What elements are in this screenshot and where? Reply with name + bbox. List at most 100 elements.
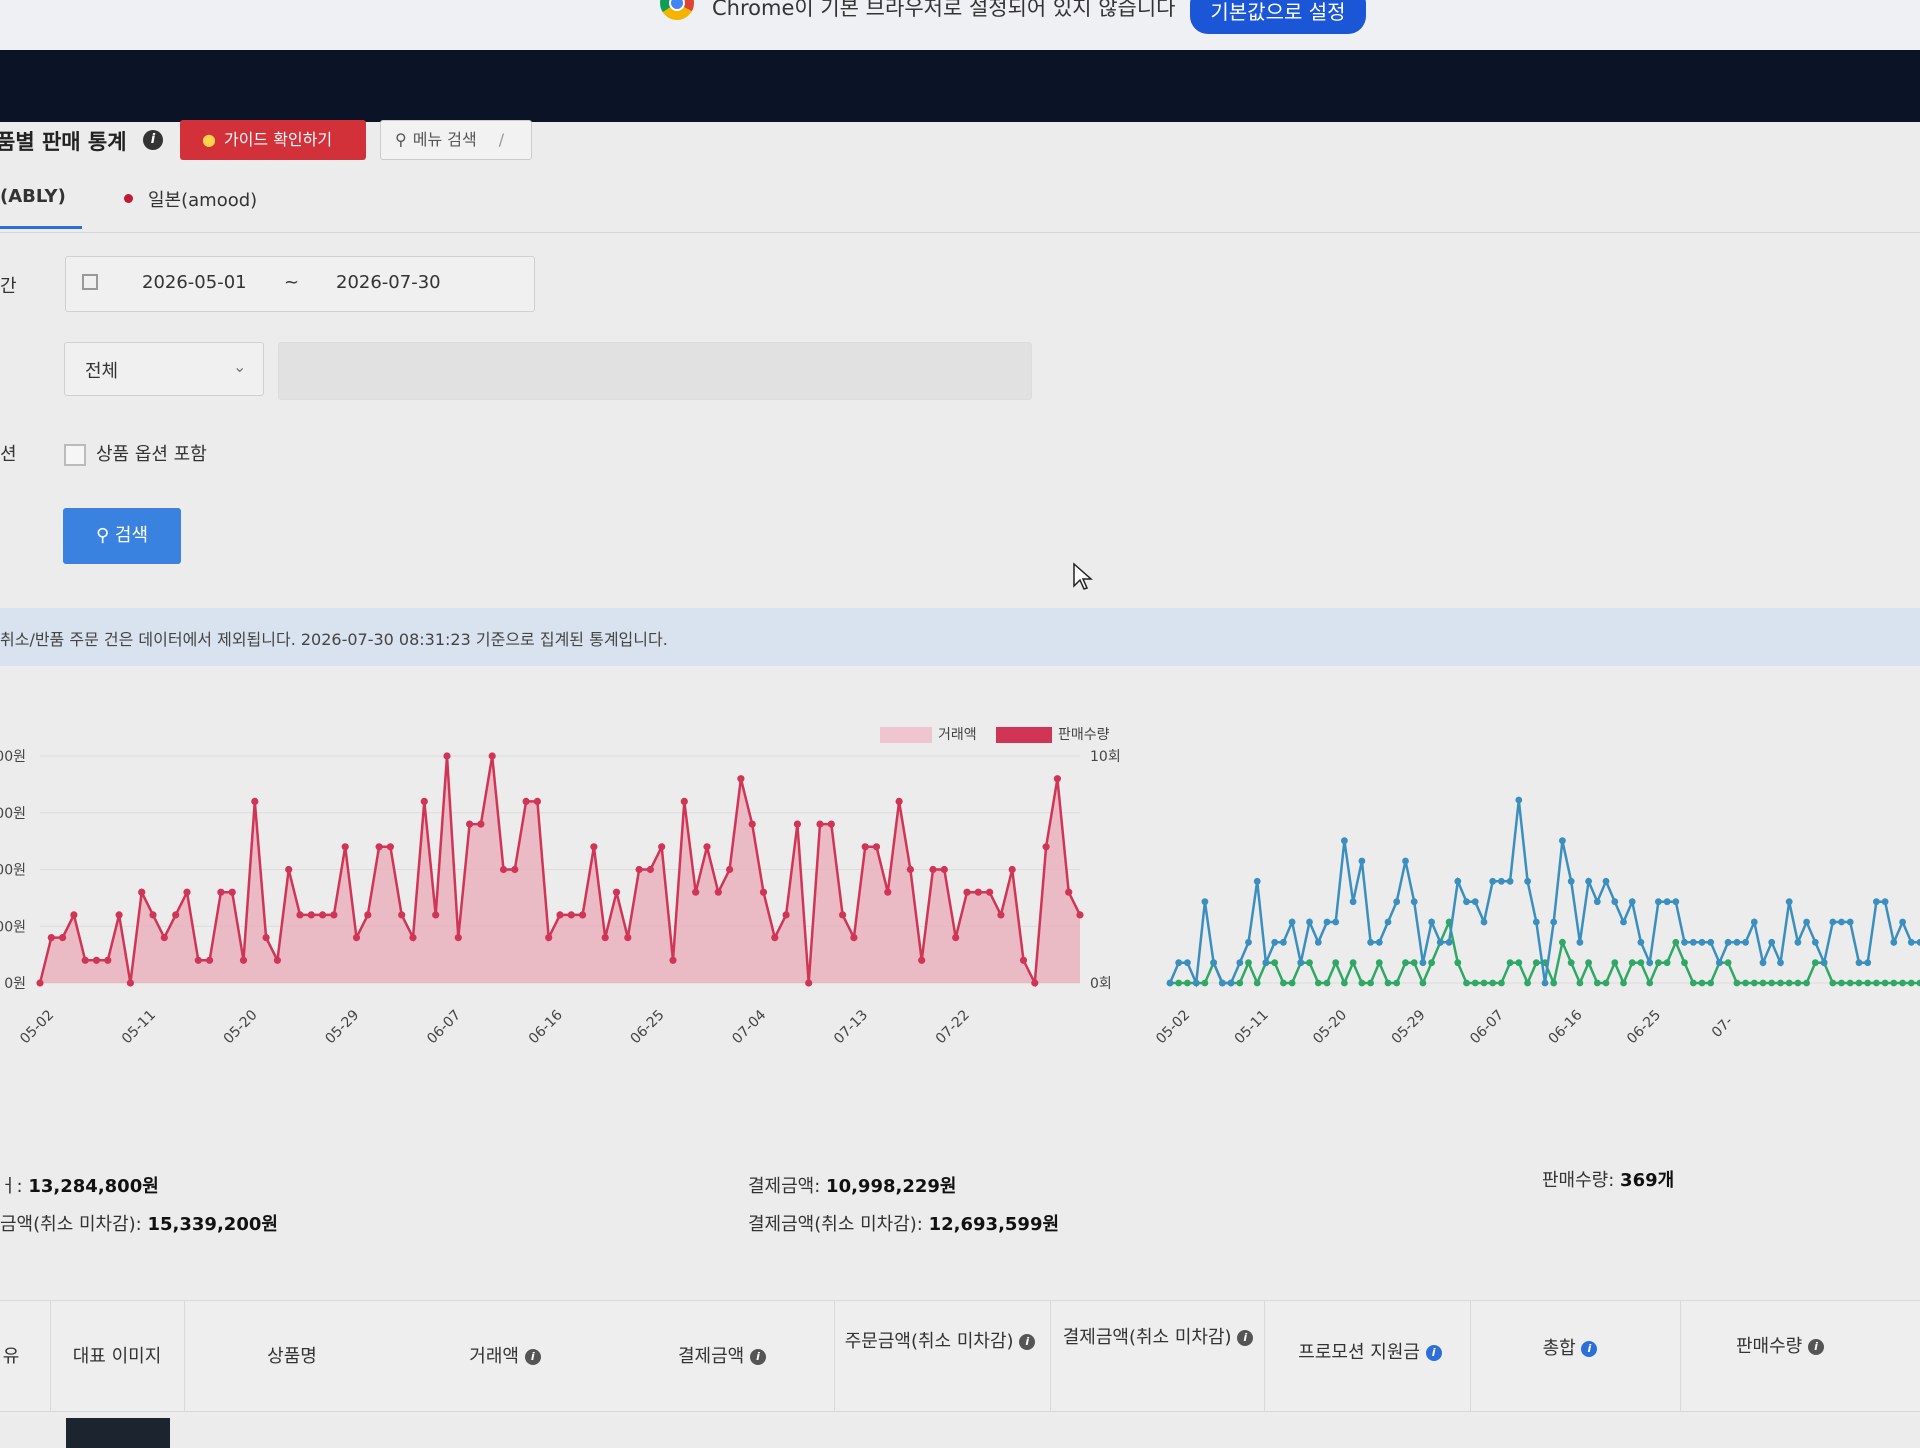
data-point — [1646, 959, 1654, 967]
data-point — [1881, 898, 1889, 906]
column-header-image[interactable]: 대표 이미지 — [50, 1342, 184, 1368]
page-title: 품별 판매 통계 — [0, 130, 127, 154]
set-default-button[interactable]: 기본값으로 설정 — [1190, 0, 1366, 34]
data-point — [138, 888, 146, 896]
product-thumbnail[interactable] — [66, 1418, 170, 1448]
x-tick-label: 07-04 — [729, 1007, 769, 1047]
data-point — [70, 911, 78, 919]
legend-swatch-quantity[interactable] — [996, 727, 1052, 743]
series-line-blue — [1168, 799, 1920, 988]
column-header-payment[interactable]: 결제금액 i — [610, 1342, 834, 1368]
search-button[interactable]: ⚲ 검색 — [63, 508, 181, 564]
data-point — [1367, 938, 1374, 946]
column-header-order-cancel[interactable]: 주문금액(취소 미차감) i — [840, 1326, 1040, 1358]
data-point — [172, 911, 180, 919]
data-point — [1192, 979, 1200, 987]
data-point — [1314, 979, 1322, 987]
y-tick-label: 0원 — [4, 976, 26, 992]
data-point — [1881, 979, 1889, 987]
column-header-quantity[interactable]: 판매수량 i — [1680, 1332, 1880, 1358]
data-point — [1733, 938, 1741, 946]
info-icon[interactable]: i — [524, 1349, 541, 1365]
search-button-label: 검색 — [114, 525, 149, 546]
data-point — [239, 956, 248, 964]
data-point — [1288, 918, 1296, 926]
data-point — [1681, 938, 1688, 946]
x-tick-label: 06-25 — [1624, 1007, 1664, 1047]
y-tick-label: 00원 — [0, 806, 26, 822]
legend-label-quantity[interactable]: 판매수량 — [1058, 724, 1110, 744]
option-side-label: 션 — [0, 444, 17, 465]
guide-button[interactable]: ● 가이드 확인하기 — [180, 120, 366, 160]
data-point — [1349, 959, 1357, 967]
data-point — [47, 934, 55, 942]
data-point — [1559, 837, 1566, 845]
column-header-total[interactable]: 총합 i — [1480, 1334, 1660, 1360]
data-point — [1803, 979, 1810, 987]
data-point — [839, 911, 847, 919]
info-icon[interactable]: i — [1581, 1341, 1598, 1357]
data-point — [1829, 918, 1837, 926]
mouse-cursor-icon — [1073, 562, 1093, 590]
info-icon[interactable]: i — [749, 1349, 766, 1365]
tab-amood[interactable]: 일본(amood) — [148, 186, 257, 212]
data-point — [1899, 918, 1906, 926]
data-point — [1253, 979, 1261, 987]
data-point — [443, 752, 451, 760]
data-point — [1489, 979, 1497, 987]
keyword-input[interactable] — [278, 342, 1032, 400]
data-point — [646, 865, 655, 874]
data-point — [918, 956, 926, 964]
notice-text: 취소/반품 주문 건은 데이터에서 제외됩니다. 2026-07-30 08:3… — [0, 630, 668, 649]
include-options-checkbox[interactable] — [64, 444, 86, 466]
info-icon[interactable]: i — [1807, 1339, 1824, 1355]
data-point — [1733, 979, 1741, 987]
x-tick-label: 05-29 — [322, 1007, 362, 1047]
menu-search-button[interactable]: ⚲ 메뉴 검색 / — [380, 120, 532, 160]
column-header-promotion[interactable]: 프로모션 지원금 i — [1270, 1338, 1470, 1364]
data-point — [1777, 979, 1784, 987]
tab-divider — [0, 232, 1920, 233]
data-point — [1585, 877, 1592, 885]
data-point — [1280, 938, 1287, 946]
date-separator: ~ — [284, 272, 300, 293]
data-point — [1428, 959, 1435, 967]
column-header-payment-cancel[interactable]: 결제금액(취소 미차감) i — [1060, 1322, 1256, 1354]
date-end[interactable]: 2026-07-30 — [336, 272, 441, 293]
column-header-product-name[interactable]: 상품명 — [184, 1342, 400, 1368]
summary-payment-label: 결제금액: — [748, 1176, 821, 1197]
info-icon[interactable]: i — [1019, 1334, 1036, 1350]
data-point — [1524, 877, 1531, 885]
info-icon[interactable]: i — [1425, 1345, 1442, 1361]
info-icon[interactable]: i — [1237, 1330, 1254, 1346]
legend-swatch-transaction[interactable] — [880, 727, 932, 743]
data-point — [1724, 938, 1732, 946]
legend-label-transaction[interactable]: 거래액 — [938, 724, 977, 744]
data-point — [533, 797, 542, 805]
date-start[interactable]: 2026-05-01 — [142, 272, 247, 293]
info-icon[interactable]: i — [143, 130, 163, 150]
tab-ably[interactable]: (ABLY) — [0, 186, 66, 207]
category-select[interactable]: 전체 ⌄ — [64, 342, 264, 396]
data-point — [488, 752, 496, 760]
data-point — [1576, 979, 1584, 987]
data-point — [1436, 938, 1444, 946]
data-point — [420, 797, 428, 805]
data-point — [1175, 959, 1183, 967]
data-point — [1907, 979, 1915, 987]
data-point — [1672, 898, 1680, 906]
data-point — [771, 934, 779, 942]
data-point — [1341, 979, 1348, 987]
date-range-picker[interactable]: 2026-05-01 ~ 2026-07-30 — [65, 256, 535, 312]
column-header-transaction[interactable]: 거래액 i — [400, 1342, 610, 1368]
summary-quantity-label: 판매수량: — [1542, 1170, 1615, 1191]
data-point — [1253, 877, 1261, 885]
data-point — [1864, 979, 1872, 987]
column-header-rank[interactable]: 유 — [0, 1342, 22, 1368]
column-divider — [1680, 1301, 1681, 1411]
data-point — [1419, 959, 1427, 967]
data-point — [1532, 918, 1540, 926]
column-header-label: 결제금액(취소 미차감) — [1062, 1327, 1232, 1348]
data-point — [692, 888, 700, 896]
active-tab-indicator — [0, 226, 82, 229]
